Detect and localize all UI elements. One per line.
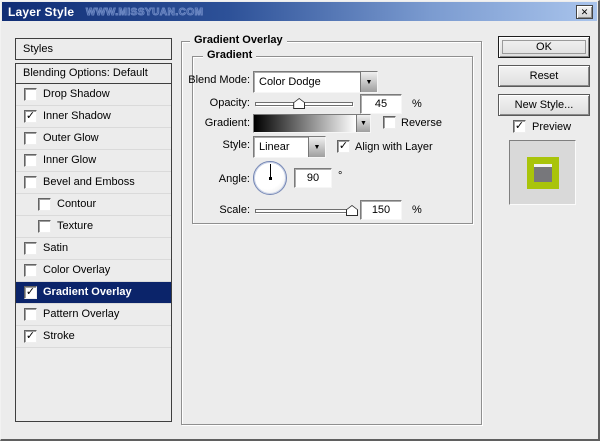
preview-label: Preview xyxy=(532,121,571,133)
style-item-label[interactable]: Texture xyxy=(57,216,93,237)
blend-mode-value: Color Dodge xyxy=(254,72,360,92)
sidebar-style-item[interactable]: Color Overlay xyxy=(16,260,171,282)
sidebar-style-item[interactable]: ✓ Stroke xyxy=(16,326,171,348)
chevron-down-icon[interactable]: ▼ xyxy=(308,137,325,157)
group-title: Gradient Overlay xyxy=(190,34,287,46)
angle-unit: ° xyxy=(338,170,342,182)
style-item-checkbox[interactable] xyxy=(24,264,37,277)
opacity-input[interactable] xyxy=(360,94,402,114)
sidebar-style-item[interactable]: Contour xyxy=(16,194,171,216)
style-item-label[interactable]: Color Overlay xyxy=(43,260,110,281)
angle-input[interactable] xyxy=(294,168,332,188)
style-item-label[interactable]: Drop Shadow xyxy=(43,84,110,105)
style-item-checkbox[interactable]: ✓ xyxy=(24,110,37,123)
dialog-title: Layer Style xyxy=(2,5,74,19)
styles-header: Styles xyxy=(15,38,172,60)
style-item-checkbox[interactable] xyxy=(24,132,37,145)
style-item-label[interactable]: Inner Shadow xyxy=(43,106,111,127)
gradient-overlay-group: Gradient Overlay Gradient Blend Mode: Co… xyxy=(181,41,482,425)
sidebar-style-item[interactable]: Pattern Overlay xyxy=(16,304,171,326)
sidebar-style-item[interactable]: Drop Shadow xyxy=(16,84,171,106)
angle-label: Angle: xyxy=(176,173,250,185)
style-item-label[interactable]: Contour xyxy=(57,194,96,215)
style-item-label[interactable]: Bevel and Emboss xyxy=(43,172,135,193)
style-item-label[interactable]: Stroke xyxy=(43,326,75,347)
styles-list-items: Drop Shadow ✓ Inner Shadow Outer Glow In… xyxy=(16,84,171,348)
style-item-checkbox[interactable] xyxy=(24,154,37,167)
sidebar-style-item[interactable]: Inner Glow xyxy=(16,150,171,172)
sidebar-style-item[interactable]: Satin xyxy=(16,238,171,260)
title-bar[interactable]: Layer Style WWW.MISSYUAN.COM ✕ xyxy=(2,2,597,21)
style-item-checkbox[interactable]: ✓ xyxy=(24,286,37,299)
style-item-checkbox[interactable] xyxy=(24,242,37,255)
align-with-layer-label: Align with Layer xyxy=(355,141,433,153)
styles-list: Blending Options: Default Drop Shadow ✓ … xyxy=(15,63,172,422)
new-style-button[interactable]: New Style... xyxy=(498,94,590,116)
sidebar-style-item[interactable]: Texture xyxy=(16,216,171,238)
gradient-label: Gradient: xyxy=(176,117,250,129)
style-item-checkbox[interactable] xyxy=(38,220,51,233)
style-item-checkbox[interactable] xyxy=(24,88,37,101)
style-item-label[interactable]: Satin xyxy=(43,238,68,259)
blend-mode-select[interactable]: Color Dodge ▼ xyxy=(253,71,378,93)
sidebar-item-blending-options[interactable]: Blending Options: Default xyxy=(16,64,171,84)
layer-style-dialog: Layer Style WWW.MISSYUAN.COM ✕ Styles Bl… xyxy=(0,0,600,441)
angle-dial[interactable] xyxy=(253,161,287,195)
preview-checkbox[interactable]: ✓ xyxy=(513,120,526,133)
sidebar-style-item[interactable]: Outer Glow xyxy=(16,128,171,150)
angle-dial-center xyxy=(269,177,272,180)
sidebar-style-item[interactable]: ✓ Inner Shadow xyxy=(16,106,171,128)
opacity-slider[interactable] xyxy=(255,102,353,106)
gradient-picker[interactable]: ▼ xyxy=(253,114,371,133)
style-item-label[interactable]: Inner Glow xyxy=(43,150,96,171)
scale-label: Scale: xyxy=(176,204,250,216)
scale-input[interactable] xyxy=(360,200,402,220)
style-value: Linear xyxy=(254,137,308,157)
style-item-checkbox[interactable] xyxy=(24,308,37,321)
subgroup-title: Gradient xyxy=(203,49,256,61)
style-item-checkbox[interactable] xyxy=(38,198,51,211)
opacity-unit: % xyxy=(412,98,422,110)
scale-unit: % xyxy=(412,204,422,216)
watermark-text: WWW.MISSYUAN.COM xyxy=(86,7,203,18)
sidebar-style-item[interactable]: ✓ Gradient Overlay xyxy=(16,282,171,304)
style-select[interactable]: Linear ▼ xyxy=(253,136,326,158)
align-with-layer-checkbox[interactable]: ✓ xyxy=(337,140,350,153)
style-item-checkbox[interactable]: ✓ xyxy=(24,330,37,343)
preview-gradient-core xyxy=(534,164,552,182)
style-item-label[interactable]: Gradient Overlay xyxy=(43,282,132,303)
sidebar-style-item[interactable]: Bevel and Emboss xyxy=(16,172,171,194)
style-label: Style: xyxy=(176,139,250,151)
close-icon[interactable]: ✕ xyxy=(576,5,593,19)
reverse-checkbox[interactable] xyxy=(383,116,396,129)
style-preview-thumbnail xyxy=(509,140,576,205)
reverse-label: Reverse xyxy=(401,117,442,129)
style-item-checkbox[interactable] xyxy=(24,176,37,189)
chevron-down-icon[interactable]: ▼ xyxy=(356,115,370,132)
opacity-label: Opacity: xyxy=(176,97,250,109)
blend-mode-label: Blend Mode: xyxy=(176,74,250,86)
gradient-swatch[interactable] xyxy=(254,115,356,132)
angle-needle[interactable] xyxy=(270,164,271,178)
style-item-label[interactable]: Outer Glow xyxy=(43,128,99,149)
style-item-label[interactable]: Pattern Overlay xyxy=(43,304,119,325)
scale-slider[interactable] xyxy=(255,209,353,213)
chevron-down-icon[interactable]: ▼ xyxy=(360,72,377,92)
ok-button[interactable]: OK xyxy=(498,36,590,58)
reset-button[interactable]: Reset xyxy=(498,65,590,87)
preview-stroke-swatch xyxy=(527,157,559,189)
